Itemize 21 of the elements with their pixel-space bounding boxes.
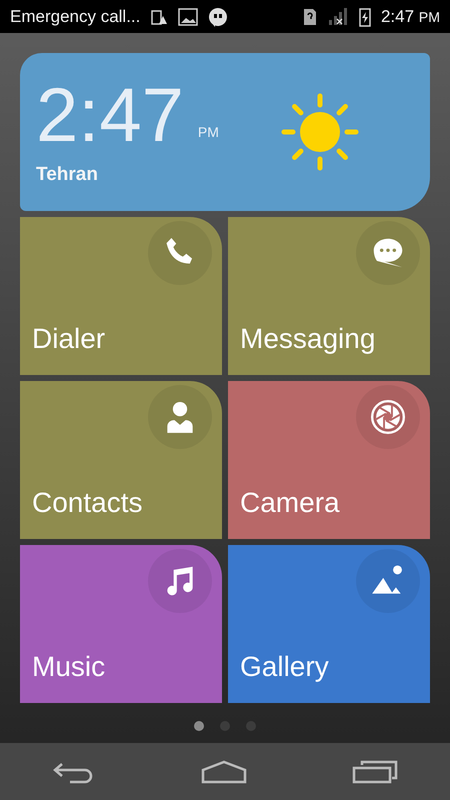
battery-charging-icon	[358, 6, 371, 27]
app-tile[interactable]: Music	[20, 545, 222, 704]
image-icon	[178, 8, 198, 26]
signal-icon	[326, 8, 349, 26]
app-tile[interactable]: Dialer	[20, 217, 222, 376]
page-indicator-dot[interactable]	[194, 721, 204, 732]
clock-widget[interactable]: 2:47 PM Tehran	[20, 53, 430, 212]
chat-bubble-icon	[208, 6, 228, 27]
clock-meridiem: PM	[198, 124, 219, 140]
sim-unknown-icon	[302, 8, 317, 26]
app-tile[interactable]: Camera	[228, 381, 430, 540]
app-tile[interactable]: Messaging	[228, 217, 430, 376]
app-tile[interactable]: Gallery	[228, 545, 430, 704]
status-time: 2:47 PM	[380, 6, 440, 27]
clock-time: 2:47	[36, 78, 184, 154]
aperture-icon	[369, 398, 407, 436]
app-tile[interactable]: Contacts	[20, 381, 222, 540]
battery-warning-icon	[150, 8, 168, 26]
status-text: Emergency call...	[10, 6, 140, 27]
sun-icon	[280, 92, 360, 172]
city-name: Tehran	[36, 164, 98, 186]
